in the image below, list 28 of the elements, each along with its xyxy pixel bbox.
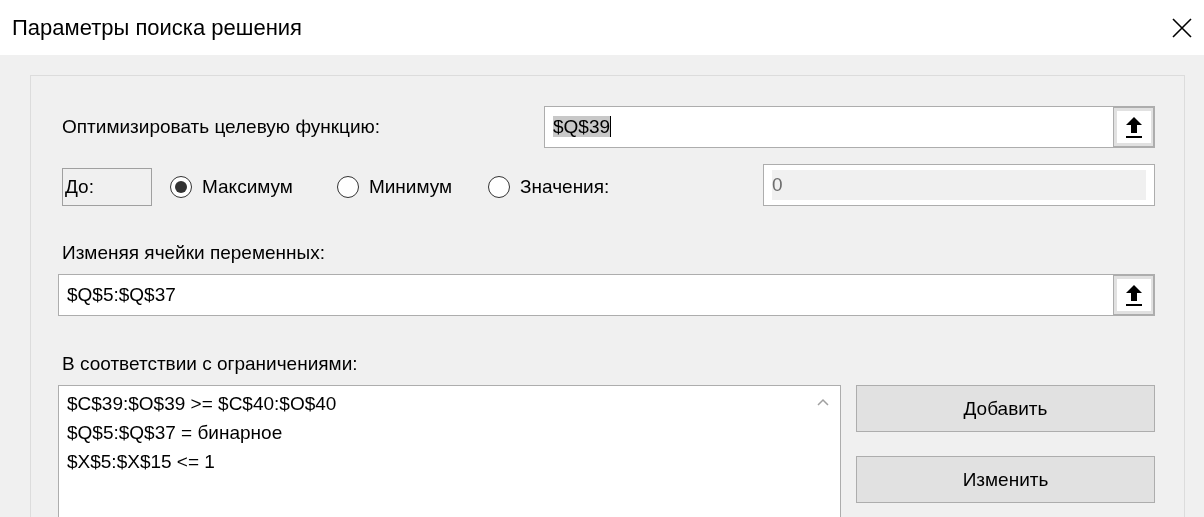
field-label: Оптимизировать целевую функцию: (62, 116, 382, 138)
dialog-button[interactable]: Добавить (856, 385, 1155, 432)
field-value: $Q$39 (553, 116, 612, 137)
dialog-button[interactable]: Изменить (856, 456, 1155, 503)
collapse-arrow-icon (1124, 284, 1143, 306)
constraint-item[interactable]: $X$5:$X$15 <= 1 (67, 450, 798, 474)
reference-field[interactable]: $Q$5:$Q$37 (58, 274, 1155, 316)
constraint-item[interactable]: $Q$5:$Q$37 = бинарное (67, 421, 798, 445)
radio-label[interactable]: Значения: (520, 176, 610, 198)
reference-field[interactable]: $Q$39 (544, 106, 1155, 148)
constraints-list[interactable]: $C$39:$O$39 >= $C$40:$O$40 $Q$5:$Q$37 = бинарное $X$5:$X$15 <= 1 (58, 385, 841, 517)
radio-button[interactable] (336, 176, 359, 198)
close-icon[interactable] (1172, 17, 1192, 38)
field-label: В соответствии с ограничениями: (62, 353, 358, 374)
field-label: До: (62, 168, 152, 206)
field-value: $Q$5:$Q$37 (67, 284, 176, 305)
collapse-button[interactable] (1113, 107, 1154, 147)
radio-label[interactable]: Максимум (202, 176, 293, 198)
scroll-up-icon[interactable] (817, 398, 829, 406)
radio-button[interactable] (488, 176, 511, 198)
collapse-arrow-icon (1124, 116, 1143, 138)
radio-label[interactable]: Минимум (368, 176, 453, 198)
radio-button[interactable] (170, 176, 192, 198)
constraint-item[interactable]: $C$39:$O$39 >= $C$40:$O$40 (67, 392, 798, 416)
window-title: Параметры поиска решения (12, 14, 302, 41)
field-value: 0 (772, 170, 1146, 200)
collapse-button[interactable] (1113, 275, 1154, 315)
field-label: Изменяя ячейки переменных: (62, 242, 325, 263)
